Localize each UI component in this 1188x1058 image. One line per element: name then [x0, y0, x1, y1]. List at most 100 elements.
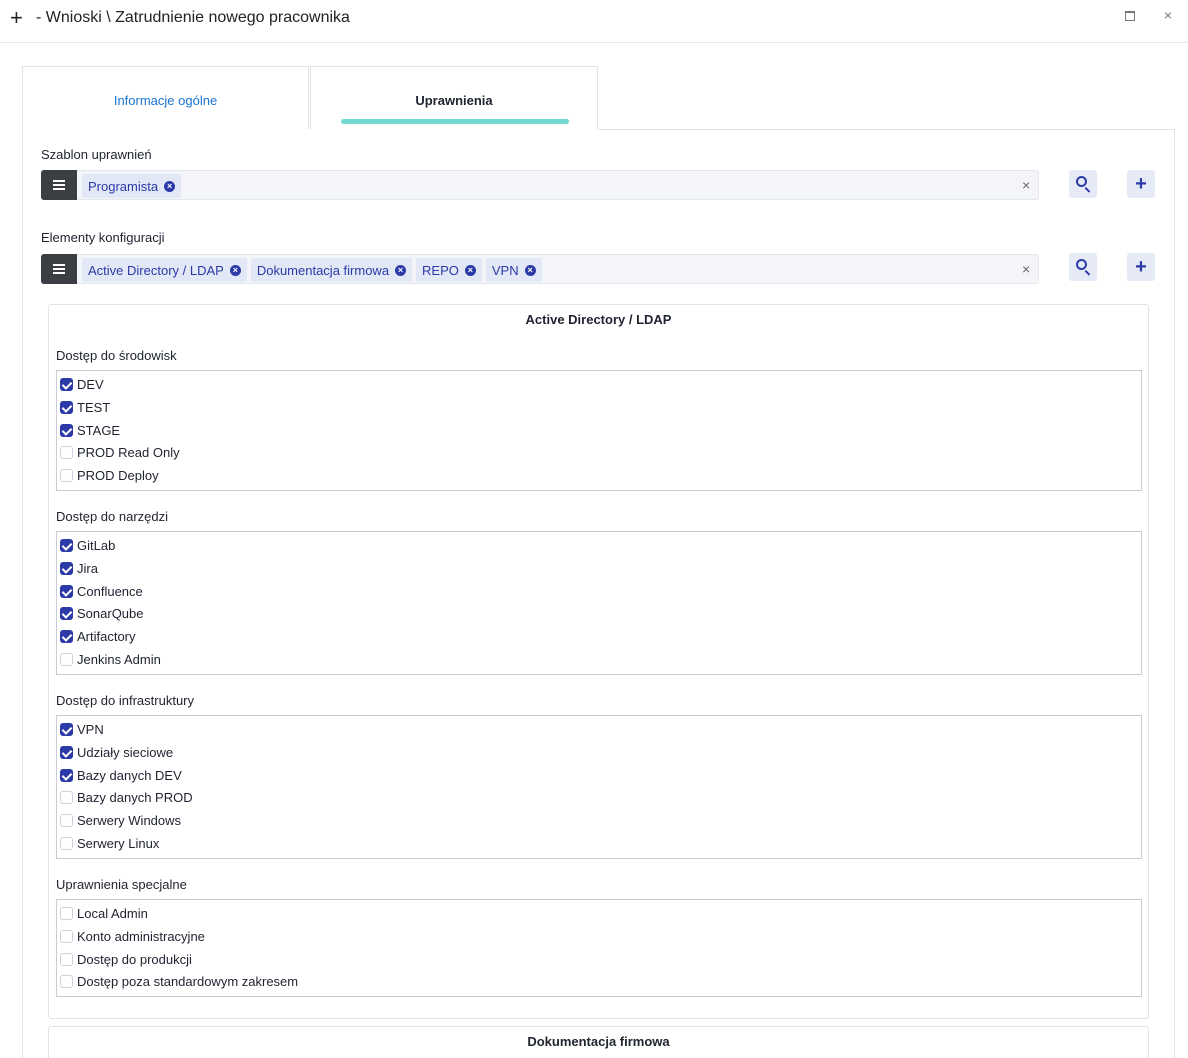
remove-chip-icon[interactable]: × [164, 180, 176, 192]
checkbox-checked[interactable] [60, 768, 73, 782]
checkbox-row[interactable]: Local Admin [60, 904, 148, 922]
remove-chip-icon[interactable]: × [229, 264, 241, 276]
checkbox-checked[interactable] [60, 377, 73, 391]
checkbox-label: Jira [77, 560, 98, 576]
checkbox-row[interactable]: TEST [60, 398, 110, 416]
chip-label: VPN [491, 262, 519, 278]
checkbox-label: Serwery Linux [77, 835, 160, 851]
checkbox-label: Dostęp poza standardowym zakresem [77, 973, 299, 989]
checkbox-label: STAGE [77, 422, 121, 438]
checkbox-unchecked[interactable] [60, 929, 73, 943]
checkbox-label: Konto administracyjne [77, 928, 205, 944]
checkbox-row[interactable]: PROD Deploy [60, 466, 159, 484]
chip: Programista × [82, 174, 182, 198]
checkbox-label: DEV [77, 376, 104, 392]
checkbox-label: Artifactory [77, 628, 136, 644]
maximize-icon[interactable] [1125, 11, 1135, 21]
section-active-directory: Active Directory / LDAP Dostęp do środow… [48, 304, 1149, 1019]
checkbox-label: Confluence [77, 583, 143, 599]
checkbox-row[interactable]: Konto administracyjne [60, 927, 205, 945]
checkbox-row[interactable]: Jira [60, 559, 98, 577]
checkbox-unchecked[interactable] [60, 445, 73, 459]
template-select[interactable]: Programista × × [41, 170, 1039, 200]
group-title: Dostęp do narzędzi [56, 509, 169, 524]
remove-chip-icon[interactable]: × [395, 264, 407, 276]
checkbox-label: Dostęp do produkcji [77, 951, 192, 967]
checkbox-row[interactable]: Artifactory [60, 627, 136, 645]
tab-label: Informacje ogólne [113, 93, 218, 108]
checkbox-row[interactable]: Bazy danych PROD [60, 788, 193, 806]
active-tab-indicator [341, 119, 569, 124]
checkbox-unchecked[interactable] [60, 790, 73, 804]
checkbox-checked[interactable] [60, 561, 73, 575]
section-documentation: Dokumentacja firmowa [48, 1026, 1149, 1058]
checkbox-row[interactable]: PROD Read Only [60, 443, 180, 461]
checkbox-group: GitLab Jira Confluence SonarQube Artifactory… [56, 531, 1142, 675]
template-add-button[interactable]: + [1127, 170, 1155, 198]
tab-permissions[interactable]: Uprawnienia [310, 66, 598, 130]
group-title: Uprawnienia specjalne [56, 877, 187, 892]
checkbox-label: Serwery Windows [77, 812, 182, 828]
checkbox-checked[interactable] [60, 400, 73, 414]
remove-chip-icon[interactable]: × [464, 264, 476, 276]
checkbox-label: Jenkins Admin [77, 651, 161, 667]
checkbox-unchecked[interactable] [60, 906, 73, 920]
checkbox-unchecked[interactable] [60, 813, 73, 827]
close-icon[interactable]: × [1160, 7, 1176, 23]
checkbox-label: GitLab [77, 537, 116, 553]
checkbox-unchecked[interactable] [60, 974, 73, 988]
checkbox-label: TEST [77, 399, 111, 415]
checkbox-checked[interactable] [60, 745, 73, 759]
list-icon[interactable] [41, 254, 77, 284]
tab-general-info[interactable]: Informacje ogólne [22, 66, 309, 130]
checkbox-row[interactable]: DEV [60, 375, 104, 393]
config-search-button[interactable] [1069, 253, 1097, 281]
checkbox-label: VPN [77, 721, 104, 737]
template-search-button[interactable] [1069, 170, 1097, 198]
search-icon [1076, 176, 1087, 187]
checkbox-row[interactable]: Dostęp poza standardowym zakresem [60, 972, 298, 990]
chip: Dokumentacja firmowa × [250, 258, 413, 282]
clear-icon[interactable]: × [1022, 177, 1030, 193]
checkbox-row[interactable]: Dostęp do produkcji [60, 950, 192, 968]
checkbox-checked[interactable] [60, 629, 73, 643]
tab-label: Uprawnienia [415, 93, 493, 108]
chip-label: Active Directory / LDAP [88, 262, 224, 278]
chip-label: REPO [422, 262, 459, 278]
checkbox-row[interactable]: Serwery Windows [60, 811, 181, 829]
checkbox-checked[interactable] [60, 584, 73, 598]
checkbox-row[interactable]: SonarQube [60, 604, 144, 622]
config-field-label: Elementy konfiguracji [41, 230, 165, 245]
config-add-button[interactable]: + [1127, 253, 1155, 281]
checkbox-row[interactable]: VPN [60, 720, 104, 738]
checkbox-label: PROD Deploy [77, 467, 159, 483]
checkbox-row[interactable]: GitLab [60, 536, 115, 554]
checkbox-unchecked[interactable] [60, 468, 73, 482]
config-chips: Active Directory / LDAP × Dokumentacja fir… [82, 258, 542, 282]
checkbox-checked[interactable] [60, 606, 73, 620]
checkbox-checked[interactable] [60, 538, 73, 552]
checkbox-row[interactable]: Udziały sieciowe [60, 743, 173, 761]
checkbox-unchecked[interactable] [60, 652, 73, 666]
checkbox-label: SonarQube [77, 605, 144, 621]
checkbox-row[interactable]: Confluence [60, 582, 143, 600]
plus-icon[interactable]: + [10, 7, 28, 29]
remove-chip-icon[interactable]: × [524, 264, 536, 276]
checkbox-checked[interactable] [60, 722, 73, 736]
chip: VPN × [485, 258, 542, 282]
group-title: Dostęp do środowisk [56, 348, 177, 363]
checkbox-unchecked[interactable] [60, 952, 73, 966]
checkbox-group: VPN Udziały sieciowe Bazy danych DEV Bazy d… [56, 715, 1142, 859]
checkbox-unchecked[interactable] [60, 836, 73, 850]
checkbox-row[interactable]: STAGE [60, 421, 120, 439]
clear-icon[interactable]: × [1022, 261, 1030, 277]
checkbox-row[interactable]: Bazy danych DEV [60, 766, 182, 784]
search-icon [1076, 259, 1087, 270]
config-select[interactable]: Active Directory / LDAP × Dokumentacja fir… [41, 254, 1039, 284]
checkbox-row[interactable]: Serwery Linux [60, 834, 159, 852]
list-icon[interactable] [41, 170, 77, 200]
checkbox-row[interactable]: Jenkins Admin [60, 650, 161, 668]
checkbox-group: DEV TEST STAGE PROD Read Only PROD Deploy [56, 370, 1142, 491]
title-bar: + - Wnioski \ Zatrudnienie nowego pracow… [0, 0, 1188, 43]
checkbox-checked[interactable] [60, 423, 73, 437]
